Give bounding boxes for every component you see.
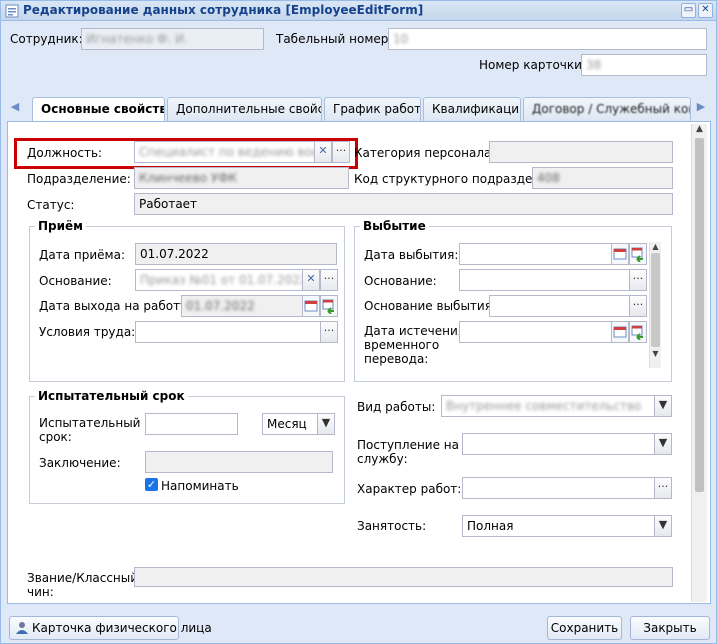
transfer-end-calendar-icon[interactable] <box>611 321 629 343</box>
leave-scrollbar[interactable]: ▲ ▼ <box>649 242 661 368</box>
work-type-label: Вид работы: <box>357 400 436 414</box>
leave-date-label: Дата выбытия: <box>364 248 459 262</box>
conclusion-field[interactable] <box>145 451 333 473</box>
rank-field[interactable] <box>134 567 673 587</box>
leave-basis-field[interactable] <box>459 269 630 291</box>
service-entry-dropdown-icon[interactable]: ▼ <box>654 433 672 455</box>
category-label: Категория персонала: <box>354 146 496 160</box>
hire-basis-field[interactable]: Приказ №01 от 01.07.2022 <box>135 269 303 291</box>
card-number-label: Номер карточки: <box>479 58 586 72</box>
save-button[interactable]: Сохранить <box>547 616 622 640</box>
transfer-end-field[interactable] <box>459 321 612 343</box>
probation-unit-dropdown-icon[interactable]: ▼ <box>317 413 335 435</box>
work-conditions-select-button[interactable]: ··· <box>320 321 338 343</box>
hire-legend: Приём <box>35 219 86 233</box>
main-scroll-thumb[interactable] <box>695 138 704 492</box>
status-label: Статус: <box>27 198 75 212</box>
transfer-end-clear-icon[interactable] <box>629 321 647 343</box>
title-bar[interactable]: Редактирование данных сотрудника [Employ… <box>1 1 716 21</box>
rank-label: Звание/Классный чин: <box>27 571 139 599</box>
status-field[interactable]: Работает <box>134 193 673 215</box>
work-type-select[interactable]: Внутреннее совместительство <box>441 395 655 417</box>
service-entry-label: Поступление на службу: <box>357 438 459 466</box>
hire-basis-select-button[interactable]: ··· <box>320 269 338 291</box>
leave-date-field[interactable] <box>459 243 612 265</box>
work-start-label: Дата выхода на работу: <box>39 299 192 313</box>
position-clear-icon[interactable]: ✕ <box>314 141 332 163</box>
leave-scroll-down-icon[interactable]: ▼ <box>650 349 661 358</box>
tab-additional[interactable]: Дополнительные свойства <box>167 97 322 121</box>
employment-select[interactable]: Полная <box>462 515 655 537</box>
employee-label: Сотрудник: <box>10 32 83 46</box>
leave-legend: Выбытие <box>360 219 429 233</box>
main-panel: Должность: Специалист по ведению воинско… <box>7 121 711 604</box>
employment-dropdown-icon[interactable]: ▼ <box>654 515 672 537</box>
person-card-button[interactable]: Карточка физического лица <box>9 616 212 640</box>
work-type-dropdown-icon[interactable]: ▼ <box>654 395 672 417</box>
hire-basis-clear-icon[interactable]: ✕ <box>302 269 320 291</box>
close-icon[interactable]: ✕ <box>698 3 713 18</box>
tab-main[interactable]: Основные свойства <box>32 97 165 122</box>
department-field[interactable]: Клинчеево УФК <box>134 167 349 189</box>
edit-form-icon <box>5 4 19 18</box>
struct-code-field[interactable]: 408 <box>532 167 673 189</box>
leave-date-calendar-icon[interactable] <box>611 243 629 265</box>
tab-scroll-left-icon[interactable]: ◀ <box>7 100 23 120</box>
transfer-end-label: Дата истечения временного перевода: <box>364 324 465 366</box>
probation-term-label: Испытательный срок: <box>39 416 141 444</box>
tab-scroll-right-icon[interactable]: ▶ <box>693 100 709 120</box>
person-icon <box>16 622 28 634</box>
tab-number-label: Табельный номер: <box>276 32 393 46</box>
hire-date-field[interactable]: 01.07.2022 <box>135 243 337 265</box>
conclusion-label: Заключение: <box>39 456 121 470</box>
employee-field: Игнатенко Ф. И. <box>81 28 264 50</box>
probation-term-field[interactable] <box>145 413 238 435</box>
leave-basis-label: Основание: <box>364 274 437 288</box>
work-start-field[interactable]: 01.07.2022 <box>181 295 303 317</box>
work-start-clear-date-icon[interactable] <box>320 295 338 317</box>
work-nature-label: Характер работ: <box>357 482 462 496</box>
position-select-button[interactable]: ··· <box>332 141 350 163</box>
leave-reason-field[interactable] <box>489 295 630 317</box>
work-nature-select-button[interactable]: ··· <box>654 477 672 499</box>
category-field[interactable] <box>489 141 673 163</box>
leave-scroll-thumb[interactable] <box>651 253 660 347</box>
work-nature-field[interactable] <box>462 477 655 499</box>
hire-basis-label: Основание: <box>39 274 112 288</box>
tab-strip: ◀ Основные свойства Дополнительные свойс… <box>7 97 711 122</box>
window-title: Редактирование данных сотрудника [Employ… <box>23 3 424 17</box>
leave-reason-select-button[interactable]: ··· <box>629 295 647 317</box>
remind-checkbox[interactable]: ✓ <box>145 478 158 491</box>
close-button[interactable]: Закрыть <box>630 616 710 640</box>
leave-date-clear-icon[interactable] <box>629 243 647 265</box>
main-scrollbar[interactable]: ▲ <box>691 124 707 602</box>
main-scroll-up-icon[interactable]: ▲ <box>692 124 707 138</box>
edit-window: Редактирование данных сотрудника [Employ… <box>0 0 717 644</box>
remind-label: Напоминать <box>161 479 239 493</box>
position-label: Должность: <box>27 146 103 160</box>
hire-date-label: Дата приёма: <box>39 248 125 262</box>
service-entry-select[interactable] <box>462 433 655 455</box>
work-start-calendar-icon[interactable] <box>302 295 320 317</box>
position-field[interactable]: Специалист по ведению воинского учета <box>134 141 320 163</box>
tab-qualification[interactable]: Квалификация <box>423 97 521 121</box>
leave-basis-select-button[interactable]: ··· <box>629 269 647 291</box>
tab-contract[interactable]: Договор / Служебный контракт <box>523 97 691 121</box>
tab-schedule[interactable]: График работы <box>324 97 421 121</box>
restore-icon[interactable]: ▭ <box>681 3 696 18</box>
probation-unit-select[interactable]: Месяц <box>262 413 318 435</box>
work-conditions-label: Условия труда: <box>39 325 136 339</box>
leave-scroll-up-icon[interactable]: ▲ <box>650 242 661 251</box>
tab-number-field[interactable]: 10 <box>388 28 707 50</box>
probation-legend: Испытательный срок <box>35 389 188 403</box>
card-number-field[interactable]: 38 <box>581 54 707 76</box>
work-conditions-field[interactable] <box>135 321 321 343</box>
employment-label: Занятость: <box>357 519 427 533</box>
department-label: Подразделение: <box>27 172 131 186</box>
leave-reason-label: Основание выбытия: <box>364 299 496 313</box>
